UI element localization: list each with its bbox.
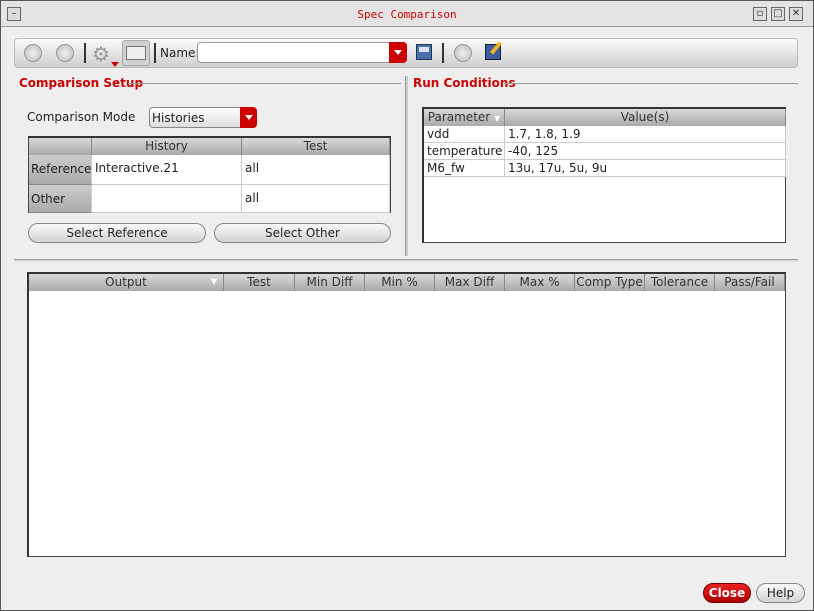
minimize-button[interactable]: ▫ [753, 7, 767, 21]
other-test-cell[interactable]: all [242, 185, 390, 213]
panel-splitter[interactable] [405, 76, 408, 256]
parameter-header-label: Parameter [427, 110, 491, 124]
column-header-label: Min Diff [306, 275, 353, 289]
horizontal-splitter[interactable] [14, 259, 798, 262]
column-header-label: Min % [381, 275, 418, 289]
back-icon[interactable] [24, 44, 42, 62]
forward-icon[interactable] [56, 44, 74, 62]
column-header-label: Max Diff [444, 275, 495, 289]
column-header-comp-type[interactable]: Comp Type [575, 274, 645, 291]
save-as-edit-icon[interactable] [485, 41, 503, 60]
maximize-button[interactable]: □ [771, 7, 785, 21]
column-header-test[interactable]: Test [224, 274, 295, 291]
toolbar-separator [84, 43, 86, 63]
sort-down-icon: ▼ [494, 114, 501, 123]
name-dropdown-button[interactable] [389, 42, 407, 63]
value-cell[interactable]: 1.7, 1.8, 1.9 [505, 126, 786, 143]
refresh-icon[interactable] [454, 44, 472, 62]
gears-dropdown-icon[interactable] [111, 62, 119, 67]
title-bar: – Spec Comparison ▫ □ ✕ [1, 1, 813, 27]
reference-test-cell[interactable]: all [242, 155, 390, 185]
value-cell[interactable]: -40, 125 [505, 143, 786, 160]
help-button[interactable]: Help [756, 583, 805, 603]
column-header-history[interactable]: History [92, 138, 242, 155]
column-header-label: Comp Type [576, 275, 643, 289]
comparison-mode-label: Comparison Mode [27, 110, 136, 124]
parameter-cell[interactable]: temperature [424, 143, 505, 160]
select-other-button[interactable]: Select Other [214, 223, 391, 243]
run-conditions-title: Run Conditions [413, 76, 516, 90]
column-header-parameter[interactable]: Parameter ▼ [424, 109, 505, 126]
gears-icon[interactable]: ⚙ [92, 42, 110, 66]
column-header-tolerance[interactable]: Tolerance [645, 274, 715, 291]
name-label: Name: [160, 46, 200, 60]
parameter-cell[interactable]: vdd [424, 126, 505, 143]
divider [502, 83, 798, 84]
row-header-other[interactable]: Other [29, 185, 92, 213]
comparison-mode-select[interactable]: Histories [149, 107, 257, 128]
run-conditions-table: Parameter ▼ Value(s) vdd 1.7, 1.8, 1.9 te… [422, 107, 786, 243]
select-reference-button[interactable]: Select Reference [28, 223, 206, 243]
column-header-max-diff[interactable]: Max Diff [435, 274, 505, 291]
value-cell[interactable]: 13u, 17u, 5u, 9u [505, 160, 786, 177]
close-button[interactable]: Close [703, 583, 751, 603]
column-header-label: Output [105, 275, 147, 289]
column-header-min-diff[interactable]: Min Diff [295, 274, 365, 291]
sort-down-icon: ▼ [210, 277, 217, 286]
corner-header [29, 138, 92, 155]
parameter-cell[interactable]: M6_fw [424, 160, 505, 177]
close-window-button[interactable]: ✕ [789, 7, 803, 21]
column-header-label: Tolerance [650, 275, 709, 289]
toolbar-separator [154, 43, 156, 63]
column-header-values[interactable]: Value(s) [505, 109, 786, 126]
toolbar-separator [442, 43, 444, 63]
layout-toggle-icon[interactable] [122, 40, 150, 66]
column-header-min-[interactable]: Min % [365, 274, 435, 291]
reference-history-cell[interactable]: Interactive.21 [92, 155, 242, 185]
column-header-label: Pass/Fail [724, 275, 775, 289]
results-table: Output ▼ Test Min Diff Min % Max Diff Max % Com… [27, 272, 786, 557]
divider [128, 83, 401, 84]
column-header-label: Max % [519, 275, 560, 289]
name-combobox[interactable] [197, 42, 407, 63]
chevron-down-icon[interactable] [240, 107, 257, 128]
column-header-test[interactable]: Test [242, 138, 390, 155]
row-header-reference[interactable]: Reference [29, 155, 92, 185]
comparison-mode-value: Histories [152, 111, 205, 125]
history-table: History Test Reference Interactive.21 al… [28, 136, 391, 213]
column-header-label: Test [247, 275, 271, 289]
other-history-cell[interactable] [92, 185, 242, 213]
save-icon[interactable] [416, 44, 432, 60]
column-header-pass-fail[interactable]: Pass/Fail [715, 274, 785, 291]
window-title: Spec Comparison [357, 8, 457, 21]
comparison-setup-title: Comparison Setup [19, 76, 144, 90]
column-header-max-[interactable]: Max % [505, 274, 575, 291]
column-header-output[interactable]: Output ▼ [29, 274, 224, 291]
